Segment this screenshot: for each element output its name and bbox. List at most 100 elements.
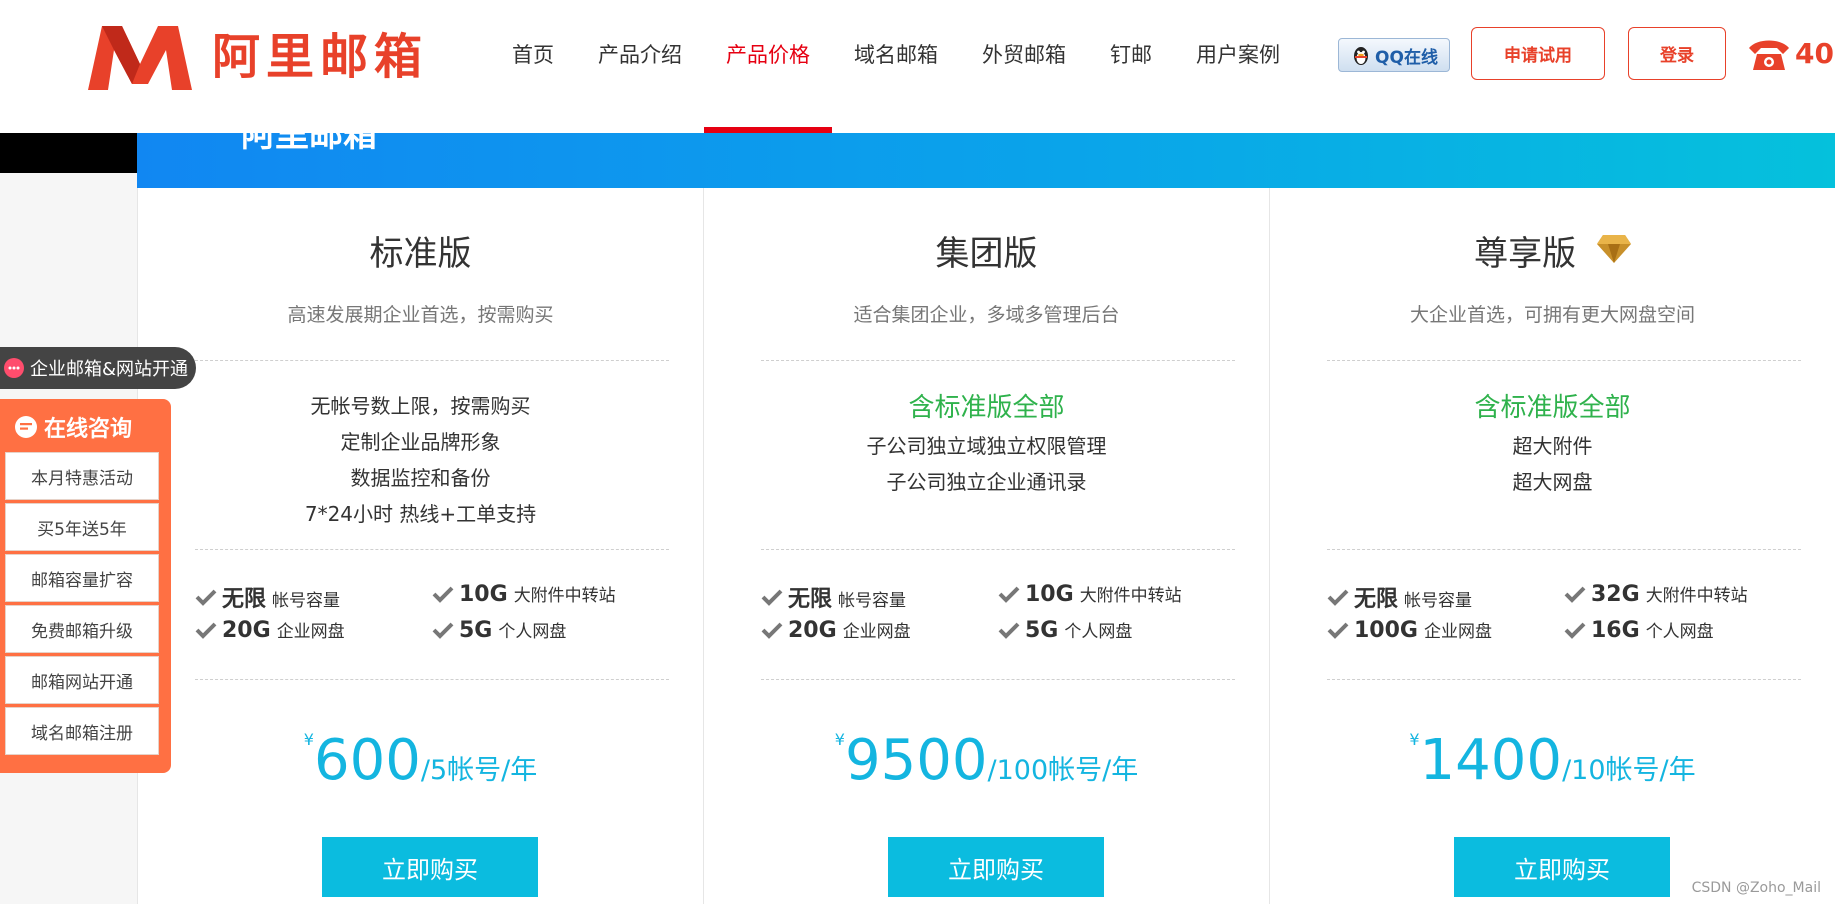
- check-icon: [1564, 622, 1586, 639]
- spec-personal-drive: 16G 个人网盘: [1564, 617, 1714, 643]
- check-icon: [998, 622, 1020, 639]
- plan-card-group: 集团版 适合集团企业，多域多管理后台 含标准版全部 子公司独立域独立权限管理 子…: [703, 188, 1269, 904]
- plan-features: 无帐号数上限，按需购买 定制企业品牌形象 数据监控和备份 7*24小时 热线+工…: [138, 388, 703, 532]
- consult-header[interactable]: 在线咨询: [14, 409, 132, 445]
- plan-title: 尊享版: [1270, 226, 1835, 275]
- consult-item-mail-website[interactable]: 邮箱网站开通: [5, 656, 159, 704]
- plan-subtitle: 大企业首选，可拥有更大网盘空间: [1409, 304, 1695, 326]
- divider: [761, 679, 1235, 680]
- divider: [1327, 549, 1801, 550]
- float-chat-label: 企业邮箱&网站开通: [30, 359, 189, 380]
- plan-subtitle: 高速发展期企业首选，按需购买: [287, 304, 554, 326]
- check-icon: [1564, 586, 1586, 603]
- telephone-icon: [1749, 40, 1789, 70]
- plan-price: ¥1400/10帐号/年: [1409, 728, 1696, 793]
- qq-online-button[interactable]: QQ在线: [1338, 38, 1450, 72]
- divider: [1327, 360, 1801, 361]
- nav-dingmail[interactable]: 钉邮: [1088, 0, 1174, 133]
- feature-line: 无帐号数上限，按需购买: [310, 394, 531, 418]
- consult-item-domain-mail[interactable]: 域名邮箱注册: [5, 707, 159, 755]
- divider: [195, 679, 669, 680]
- pricing-banner: 阿里邮箱: [137, 133, 1835, 188]
- check-icon: [432, 586, 454, 603]
- plan-card-premium: 尊享版 大企业首选，可拥有更大网盘空间 含标准版全部 超大附件 超大网盘 无限帐…: [1269, 188, 1835, 904]
- feature-head: 含标准版全部: [908, 393, 1065, 423]
- qq-online-label: QQ在线: [1375, 47, 1438, 68]
- plan-title: 集团版: [935, 234, 1038, 274]
- feature-line: 7*24小时 热线+工单支持: [304, 502, 537, 526]
- spec-large-attachment: 32G 大附件中转站: [1564, 581, 1748, 607]
- feature-line: 超大附件: [1512, 434, 1593, 458]
- nav-product-intro[interactable]: 产品介绍: [576, 0, 704, 133]
- check-icon: [761, 589, 783, 606]
- consult-item-monthly-offer[interactable]: 本月特惠活动: [5, 452, 159, 500]
- nav-trade-mail[interactable]: 外贸邮箱: [960, 0, 1088, 133]
- check-icon: [432, 622, 454, 639]
- feature-line: 子公司独立企业通讯录: [886, 470, 1087, 494]
- spec-personal-drive: 5G 个人网盘: [432, 617, 566, 643]
- nav-domain-mail[interactable]: 域名邮箱: [832, 0, 960, 133]
- divider: [195, 549, 669, 550]
- check-icon: [195, 589, 217, 606]
- feature-head: 含标准版全部: [1474, 393, 1631, 423]
- online-consult-panel: 在线咨询 本月特惠活动 买5年送5年 邮箱容量扩容 免费邮箱升级 邮箱网站开通 …: [0, 399, 171, 773]
- logo-m-icon: [88, 26, 192, 90]
- divider: [761, 360, 1235, 361]
- apply-trial-button[interactable]: 申请试用: [1471, 27, 1605, 80]
- banner-title: 阿里邮箱: [241, 133, 377, 155]
- consult-item-free-upgrade[interactable]: 免费邮箱升级: [5, 605, 159, 653]
- chat-icon: [15, 416, 37, 438]
- site-header: 阿里邮箱 首页 产品介绍 产品价格 域名邮箱 外贸邮箱 钉邮 用户案例 QQ在线…: [0, 0, 1835, 133]
- plan-features: 含标准版全部 子公司独立域独立权限管理 子公司独立企业通讯录: [704, 388, 1269, 500]
- check-icon: [195, 622, 217, 639]
- divider: [761, 549, 1235, 550]
- buy-now-button[interactable]: 立即购买: [322, 837, 538, 897]
- feature-line: 子公司独立域独立权限管理: [866, 434, 1107, 458]
- spec-account-capacity: 无限 帐号容量: [1327, 581, 1472, 613]
- spec-enterprise-drive: 100G 企业网盘: [1327, 617, 1492, 643]
- nav-home[interactable]: 首页: [490, 0, 576, 133]
- check-icon: [1327, 589, 1349, 606]
- check-icon: [998, 586, 1020, 603]
- plan-features: 含标准版全部 超大附件 超大网盘: [1270, 388, 1835, 500]
- nav-pricing[interactable]: 产品价格: [704, 0, 832, 133]
- pricing-plans: 标准版 高速发展期企业首选，按需购买 无帐号数上限，按需购买 定制企业品牌形象 …: [137, 188, 1835, 904]
- logo[interactable]: 阿里邮箱: [88, 24, 428, 90]
- plan-price: ¥600/5帐号/年: [303, 728, 538, 793]
- feature-line: 超大网盘: [1512, 470, 1593, 494]
- plan-card-standard: 标准版 高速发展期企业首选，按需购买 无帐号数上限，按需购买 定制企业品牌形象 …: [137, 188, 703, 904]
- watermark: CSDN @Zoho_Mail: [1691, 880, 1821, 896]
- plan-subtitle: 适合集团企业，多域多管理后台: [853, 304, 1120, 326]
- spec-account-capacity: 无限 帐号容量: [761, 581, 906, 613]
- divider: [1327, 679, 1801, 680]
- spec-enterprise-drive: 20G 企业网盘: [761, 617, 911, 643]
- logo-text: 阿里邮箱: [212, 29, 429, 85]
- feature-line: 数据监控和备份: [350, 466, 491, 490]
- login-button[interactable]: 登录: [1628, 27, 1726, 80]
- chat-bubble-icon: [4, 358, 24, 378]
- spec-large-attachment: 10G 大附件中转站: [998, 581, 1182, 607]
- spec-personal-drive: 5G 个人网盘: [998, 617, 1132, 643]
- divider: [195, 360, 669, 361]
- consult-item-capacity-expand[interactable]: 邮箱容量扩容: [5, 554, 159, 602]
- spec-enterprise-drive: 20G 企业网盘: [195, 617, 345, 643]
- float-mail-website-chat[interactable]: 企业邮箱&网站开通: [0, 347, 196, 389]
- spec-large-attachment: 10G 大附件中转站: [432, 581, 616, 607]
- spec-account-capacity: 无限 帐号容量: [195, 581, 340, 613]
- consult-title: 在线咨询: [44, 417, 133, 442]
- buy-now-button[interactable]: 立即购买: [1454, 837, 1670, 897]
- plan-title: 标准版: [369, 234, 472, 274]
- main-nav: 首页 产品介绍 产品价格 域名邮箱 外贸邮箱 钉邮 用户案例: [490, 0, 1302, 133]
- phone-number: 400: [1795, 37, 1835, 70]
- nav-cases[interactable]: 用户案例: [1174, 0, 1302, 133]
- check-icon: [1327, 622, 1349, 639]
- feature-line: 定制企业品牌形象: [340, 430, 501, 454]
- phone-hotline[interactable]: 400: [1747, 27, 1835, 80]
- consult-item-buy5-get5[interactable]: 买5年送5年: [5, 503, 159, 551]
- buy-now-button[interactable]: 立即购买: [888, 837, 1104, 897]
- check-icon: [761, 622, 783, 639]
- diamond-icon: [1596, 235, 1631, 263]
- plan-price: ¥9500/100帐号/年: [834, 728, 1139, 793]
- banner-dark-strip: [0, 133, 137, 173]
- qq-penguin-icon: [1354, 47, 1369, 65]
